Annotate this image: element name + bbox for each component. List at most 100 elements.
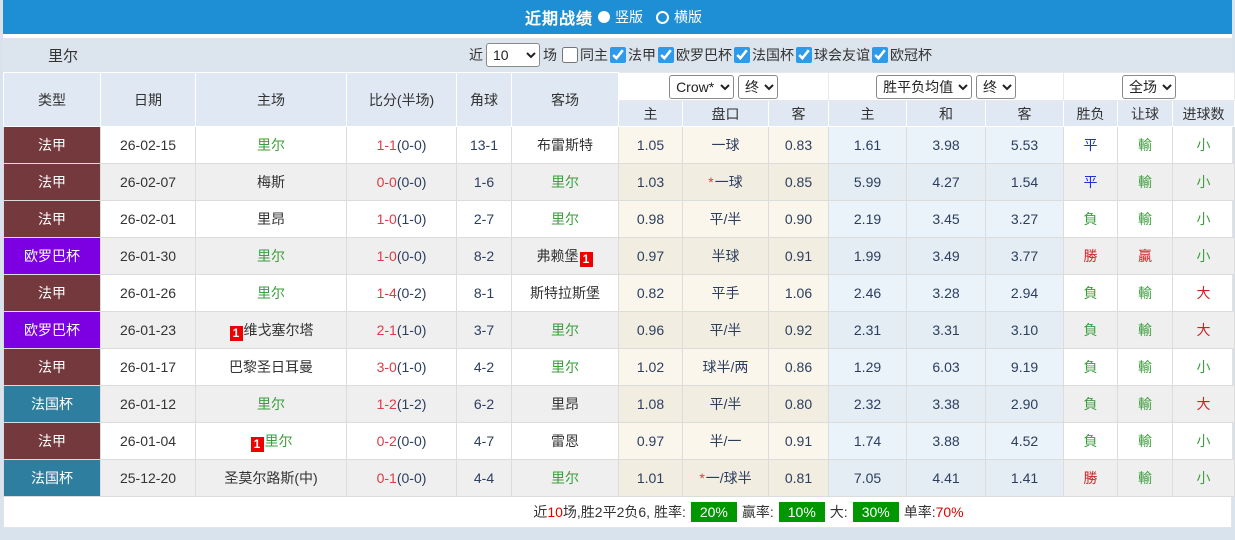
match-row: 法甲 26-01-17 巴黎圣日耳曼 3-0(1-0) 4-2 里尔 1.02 球半/两 0.8… bbox=[3, 348, 1235, 386]
date-cell: 26-02-15 bbox=[100, 126, 196, 164]
horizontal-layout-label[interactable]: 横版 bbox=[674, 7, 702, 27]
match-row: 欧罗巴杯 26-01-30 里尔 1-0(0-0) 8-2 弗赖堡 1 0.97 半球 0.91 1… bbox=[3, 237, 1235, 275]
half-score: (0-0) bbox=[396, 470, 427, 486]
match-row: 法甲 26-02-01 里昂 1-0(1-0) 2-7 里尔 0.98 平/半 0.90 2.19… bbox=[3, 200, 1235, 238]
type-cell: 欧罗巴杯 bbox=[3, 311, 101, 349]
match-count-select[interactable]: 10 bbox=[486, 43, 540, 67]
sub-header-goals-result: 进球数 bbox=[1172, 100, 1235, 127]
vertical-layout-label[interactable]: 竖版 bbox=[615, 7, 643, 27]
away-team-cell: 里尔 bbox=[511, 459, 619, 497]
match-row: 法甲 26-02-15 里尔 1-1(0-0) 13-1 布雷斯特 1.05 一球 0.83 1.… bbox=[3, 126, 1235, 164]
type-cell: 法甲 bbox=[3, 274, 101, 312]
league-checkbox[interactable] bbox=[796, 46, 812, 63]
draw-odds: 3.38 bbox=[906, 385, 987, 423]
results-body: 法甲 26-02-15 里尔 1-1(0-0) 13-1 布雷斯特 1.05 一球 0.83 1.… bbox=[3, 126, 1235, 497]
col-header-type: 类型 bbox=[3, 72, 101, 127]
half-score: (0-0) bbox=[396, 433, 427, 449]
horizontal-layout-radio[interactable] bbox=[656, 10, 669, 24]
summary-footer: 近 10 场,胜2平2负6, 胜率: 20% 赢率: 10% 大: 30% 单率: 7… bbox=[3, 497, 1232, 528]
win-odds: 1.74 bbox=[828, 422, 908, 460]
sub-header-handicap-line: 盘口 bbox=[682, 100, 769, 127]
crow-away-odds: 0.90 bbox=[767, 200, 830, 238]
lose-odds: 9.19 bbox=[985, 348, 1065, 386]
col-header-score: 比分(半场) bbox=[346, 72, 457, 127]
win-odds: 7.05 bbox=[828, 459, 908, 497]
draw-odds: 3.98 bbox=[906, 126, 987, 164]
type-cell: 法国杯 bbox=[3, 459, 101, 497]
full-match-select[interactable]: 全场 bbox=[1122, 74, 1177, 99]
match-row: 法甲 26-02-07 梅斯 0-0(0-0) 1-6 里尔 1.03 *一球 0.85 5.99… bbox=[3, 163, 1235, 201]
home-team-cell: 里尔 bbox=[195, 126, 347, 164]
odds-type-select[interactable]: 胜平负均值 bbox=[876, 74, 973, 99]
team-name-text: 里尔 bbox=[551, 359, 579, 375]
type-cell: 法甲 bbox=[3, 422, 101, 460]
draw-odds: 3.88 bbox=[906, 422, 987, 460]
handicap-result-cell: 輸 bbox=[1117, 200, 1174, 238]
handicap-rate-badge: 10% bbox=[778, 502, 825, 522]
league-checkbox[interactable] bbox=[658, 46, 674, 63]
bookmaker-select[interactable]: Crow* bbox=[669, 74, 735, 99]
league-label: 法甲 bbox=[628, 46, 656, 63]
league-checkbox[interactable] bbox=[872, 46, 888, 63]
away-team-cell: 弗赖堡 1 bbox=[511, 237, 619, 275]
lose-odds: 4.52 bbox=[985, 422, 1065, 460]
sub-header-odds-away: 客 bbox=[985, 100, 1065, 127]
single-rate-value: 70% bbox=[935, 504, 964, 520]
filter-bar: 里尔 近 10 场 同主 法甲 欧罗巴杯 法国杯 球会友谊 欧冠杯 bbox=[3, 38, 1232, 72]
goals-result-cell: 小 bbox=[1172, 422, 1235, 460]
team-name-text: 圣莫尔路斯(中) bbox=[224, 470, 318, 486]
handicap-cell: *一/球半 bbox=[682, 459, 769, 497]
win-odds: 1.29 bbox=[828, 348, 908, 386]
win-odds: 2.46 bbox=[828, 274, 908, 312]
half-score: (1-2) bbox=[396, 396, 427, 412]
league-filter-2[interactable]: 法国杯 bbox=[732, 45, 794, 65]
goals-result-cell: 大 bbox=[1172, 385, 1235, 423]
team-name: 里尔 bbox=[48, 47, 79, 65]
team-name-text: 里昂 bbox=[257, 211, 285, 227]
period-dropdown-cell: 全场 bbox=[1063, 72, 1235, 101]
odds-time-select[interactable]: 终 bbox=[975, 74, 1016, 99]
same-venue-filter[interactable]: 同主 bbox=[560, 45, 608, 65]
games-label: 场 bbox=[543, 47, 557, 63]
corner-cell: 2-7 bbox=[456, 200, 512, 238]
date-cell: 26-02-07 bbox=[100, 163, 196, 201]
away-team-cell: 里尔 bbox=[511, 163, 619, 201]
league-filter-3[interactable]: 球会友谊 bbox=[794, 45, 870, 65]
away-team-cell: 布雷斯特 bbox=[511, 126, 619, 164]
same-venue-checkbox[interactable] bbox=[562, 47, 578, 63]
crow-away-odds: 0.92 bbox=[767, 311, 830, 349]
lose-odds: 1.54 bbox=[985, 163, 1065, 201]
home-team-cell: 圣莫尔路斯(中) bbox=[195, 459, 347, 497]
half-score: (1-0) bbox=[396, 322, 427, 338]
half-score: (0-2) bbox=[396, 285, 427, 301]
sub-header-odds-draw: 和 bbox=[906, 100, 987, 127]
team-name-text: 里尔 bbox=[257, 248, 285, 264]
col-header-home: 主场 bbox=[195, 72, 347, 127]
match-row: 法国杯 25-12-20 圣莫尔路斯(中) 0-1(0-0) 4-4 里尔 1.01 *一/球… bbox=[3, 459, 1235, 497]
half-score: (1-0) bbox=[396, 359, 427, 375]
filter-controls: 近 10 场 同主 法甲 欧罗巴杯 法国杯 球会友谊 欧冠杯 bbox=[466, 43, 932, 67]
handicap-cell: 平手 bbox=[682, 274, 769, 312]
match-row: 法国杯 26-01-12 里尔 1-2(1-2) 6-2 里昂 1.08 平/半 0.80 2.3… bbox=[3, 385, 1235, 423]
sub-header-handicap-away: 客 bbox=[767, 100, 830, 127]
handicap-time-select[interactable]: 终 bbox=[737, 74, 778, 99]
score-cell: 0-2(0-0) bbox=[346, 422, 457, 460]
crow-away-odds: 0.91 bbox=[767, 422, 830, 460]
full-score: 1-0 bbox=[376, 211, 397, 227]
league-filter-0[interactable]: 法甲 bbox=[608, 45, 656, 65]
league-filter-4[interactable]: 欧冠杯 bbox=[870, 45, 932, 65]
handicap-star: * bbox=[708, 174, 714, 190]
league-checkbox[interactable] bbox=[734, 46, 750, 63]
handicap-result-cell: 輸 bbox=[1117, 311, 1174, 349]
crow-away-odds: 0.81 bbox=[767, 459, 830, 497]
league-checkbox[interactable] bbox=[610, 46, 626, 63]
league-filter-1[interactable]: 欧罗巴杯 bbox=[656, 45, 732, 65]
summary-count: 10 bbox=[547, 504, 563, 520]
lose-odds: 2.90 bbox=[985, 385, 1065, 423]
vertical-layout-radio[interactable] bbox=[598, 11, 610, 23]
score-cell: 1-1(0-0) bbox=[346, 126, 457, 164]
full-score: 1-1 bbox=[376, 137, 397, 153]
score-cell: 1-4(0-2) bbox=[346, 274, 457, 312]
away-team-cell: 雷恩 bbox=[511, 422, 619, 460]
crow-home-odds: 1.03 bbox=[618, 163, 683, 201]
